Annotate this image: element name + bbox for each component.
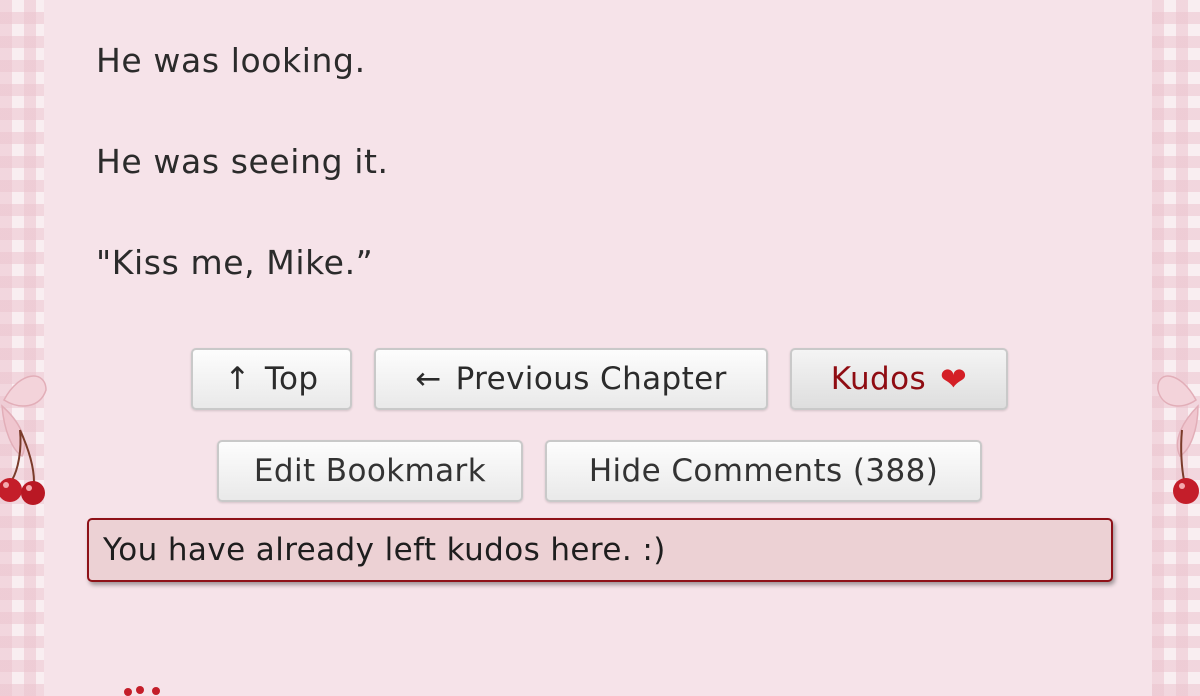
left-arrow-icon: ← [415, 361, 442, 397]
cherry-bow-right-icon [1157, 375, 1199, 504]
up-arrow-icon: ↑ [224, 361, 251, 397]
gingham-border-left [0, 0, 44, 696]
kudos-button[interactable]: Kudos ❤ [790, 348, 1008, 410]
small-cherries-icon [124, 686, 160, 696]
kudos-notice-text: You have already left kudos here. :) [103, 532, 666, 568]
kudos-notice: You have already left kudos here. :) [87, 518, 1113, 582]
hide-comments-label: Hide Comments (388) [588, 453, 939, 489]
edit-bookmark-label: Edit Bookmark [253, 453, 487, 489]
hide-comments-button[interactable]: Hide Comments (388) [545, 440, 982, 502]
top-button[interactable]: ↑ Top [191, 348, 352, 410]
heart-icon: ❤ [940, 360, 968, 398]
kudos-label: Kudos [830, 361, 926, 397]
story-paragraph: He was looking. [96, 41, 366, 80]
story-paragraph: He was seeing it. [96, 142, 389, 181]
previous-chapter-label: Previous Chapter [455, 361, 727, 397]
edit-bookmark-button[interactable]: Edit Bookmark [217, 440, 523, 502]
cherry-bow-left-icon [0, 375, 47, 505]
top-button-label: Top [264, 361, 319, 397]
story-paragraph: "Kiss me, Mike.” [96, 243, 374, 282]
previous-chapter-button[interactable]: ← Previous Chapter [374, 348, 768, 410]
gingham-border-right [1152, 0, 1200, 696]
